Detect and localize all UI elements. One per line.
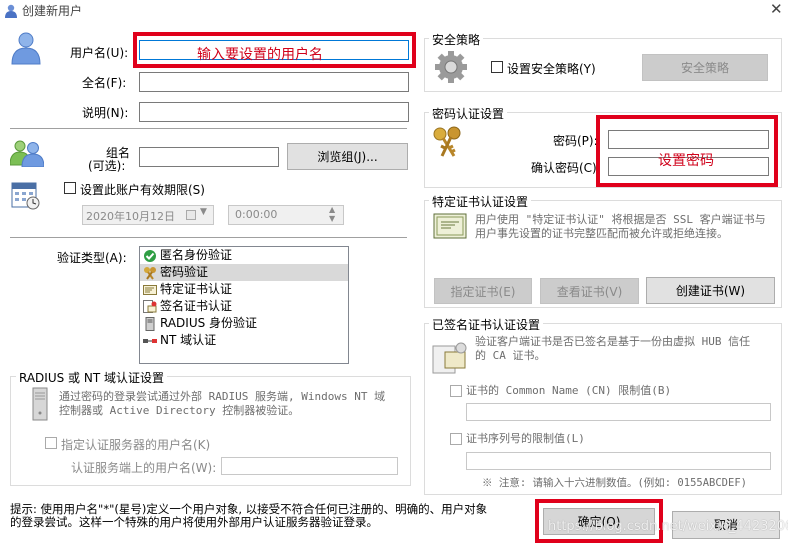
time-picker[interactable]: 0:00:00 ▲ ▼ (228, 205, 344, 225)
radius-desc-line-2: 控制器或 Active Directory 控制器被验证。 (59, 404, 300, 417)
certificate-icon (433, 213, 467, 239)
security-policy-checkbox[interactable] (491, 61, 503, 73)
list-item[interactable]: 密码验证 (140, 264, 348, 281)
serial-limit-label: 证书序列号的限制值(L) (466, 432, 585, 445)
expire-label: 设置此账户有效期限(S) (80, 183, 205, 197)
signed-cert-desc-line-1: 验证客户端证书是否已签名是基于一份由虚拟 HUB 信任 (475, 335, 751, 348)
auth-type-list[interactable]: 匿名身份验证 密码验证 特定证书认证 签名证书认证 RADIUS 身份验证 NT… (139, 246, 349, 364)
date-picker[interactable]: 2020年10月12日 ▼ (82, 205, 214, 225)
specify-server-user-checkbox[interactable] (45, 437, 57, 449)
date-checkbox[interactable] (186, 210, 196, 220)
list-item-label: NT 域认证 (160, 333, 217, 347)
confirm-password-label: 确认密码(C): (531, 161, 601, 175)
separator (10, 128, 407, 129)
gear-icon (435, 51, 467, 83)
user-large-icon (11, 32, 41, 65)
group-label-2: (可选): (88, 159, 126, 173)
specify-cert-button[interactable]: 指定证书(E) (434, 278, 532, 304)
list-item-label: 密码验证 (160, 265, 209, 279)
window-title: 创建新用户 (22, 4, 83, 18)
signed-cert-title: 已签名证书认证设置 (429, 316, 544, 333)
hex-note: ※ 注意: 请输入十六进制数值。(例如: 0155ABCDEF) (482, 477, 747, 489)
radius-group-title: RADIUS 或 NT 域认证设置 (16, 369, 167, 386)
calendar-icon (11, 182, 40, 210)
create-user-dialog: 创建新用户 ✕ 用户名(U): 输入要设置的用户名 全名(F): 说明(N): … (0, 0, 788, 546)
list-item[interactable]: 特定证书认证 (140, 281, 348, 298)
specify-server-user-label: 指定认证服务器的用户名(K) (61, 438, 211, 452)
group-input[interactable] (139, 147, 279, 167)
create-cert-button[interactable]: 创建证书(W) (646, 277, 775, 304)
hint-line-2: 的登录尝试。这样一个特殊的用户将使用外部用户认证服务器验证登录。 (10, 515, 378, 529)
password-annotation-text: 设置密码 (658, 153, 714, 169)
spinner-icon[interactable]: ▲ ▼ (329, 205, 335, 223)
password-group-title: 密码认证设置 (429, 105, 508, 122)
browse-group-button[interactable]: 浏览组(J)... (287, 143, 408, 170)
security-policy-title: 安全策略 (429, 31, 484, 48)
keys-icon (433, 126, 461, 157)
list-item[interactable]: NT 域认证 (140, 332, 348, 349)
cn-limit-label: 证书的 Common Name (CN) 限制值(B) (466, 384, 672, 397)
auth-type-label: 验证类型(A): (57, 251, 127, 265)
cn-limit-checkbox[interactable] (450, 385, 462, 397)
list-item-label: 特定证书认证 (160, 282, 233, 296)
specific-cert-desc-line-2: 用户事先设置的证书完整匹配而被允许或拒绝连接。 (475, 227, 728, 240)
specific-cert-title: 特定证书认证设置 (429, 193, 532, 210)
serial-limit-checkbox[interactable] (450, 433, 462, 445)
separator (10, 237, 407, 238)
server-icon (143, 317, 157, 331)
username-input[interactable]: 输入要设置的用户名 (139, 40, 409, 63)
serial-limit-input[interactable] (466, 452, 771, 470)
security-policy-button[interactable]: 安全策略 (642, 54, 768, 81)
time-value: 0:00:00 (235, 208, 278, 221)
chevron-down-icon[interactable]: ▼ (200, 207, 207, 217)
network-icon (143, 334, 157, 347)
cn-limit-input[interactable] (466, 403, 771, 421)
list-item[interactable]: RADIUS 身份验证 (140, 315, 348, 332)
list-item-label: RADIUS 身份验证 (160, 316, 258, 330)
description-label: 说明(N): (82, 106, 129, 120)
server-username-input[interactable] (221, 457, 398, 475)
expire-checkbox[interactable] (64, 182, 76, 194)
view-cert-button[interactable]: 查看证书(V) (540, 278, 639, 304)
group-icon (10, 140, 44, 167)
username-value: 输入要设置的用户名 (197, 47, 323, 63)
certificate-icon (143, 283, 157, 296)
list-item[interactable]: 匿名身份验证 (140, 247, 348, 264)
date-value: 2020年10月12日 (86, 210, 175, 223)
username-label: 用户名(U): (70, 46, 129, 60)
list-item-label: 签名证书认证 (160, 299, 233, 313)
specific-cert-desc-line-1: 用户使用 "特定证书认证" 将根据是否 SSL 客户端证书与 (475, 213, 766, 226)
password-label: 密码(P): (553, 134, 598, 148)
server-username-label: 认证服务端上的用户名(W): (71, 461, 217, 475)
user-icon (5, 4, 17, 18)
list-item[interactable]: 签名证书认证 (140, 298, 348, 315)
signed-cert-icon (143, 300, 157, 313)
radius-desc-line-1: 通过密码的登录尝试通过外部 RADIUS 服务端, Windows NT 域 (59, 390, 386, 403)
signed-cert-icon (432, 342, 467, 374)
title-bar: 创建新用户 ✕ (0, 0, 788, 22)
fullname-label: 全名(F): (82, 76, 127, 90)
check-circle-icon (143, 249, 157, 262)
list-item-label: 匿名身份验证 (160, 248, 233, 262)
signed-cert-desc-line-2: 的 CA 证书。 (475, 349, 546, 362)
fullname-input[interactable] (139, 72, 409, 92)
keys-icon (143, 266, 157, 280)
close-button[interactable]: ✕ (770, 0, 783, 18)
security-policy-label: 设置安全策略(Y) (507, 62, 596, 76)
watermark: https://blog.csdn.net/weixin_44232062 (548, 519, 788, 534)
server-icon (32, 387, 48, 421)
description-input[interactable] (139, 102, 409, 122)
